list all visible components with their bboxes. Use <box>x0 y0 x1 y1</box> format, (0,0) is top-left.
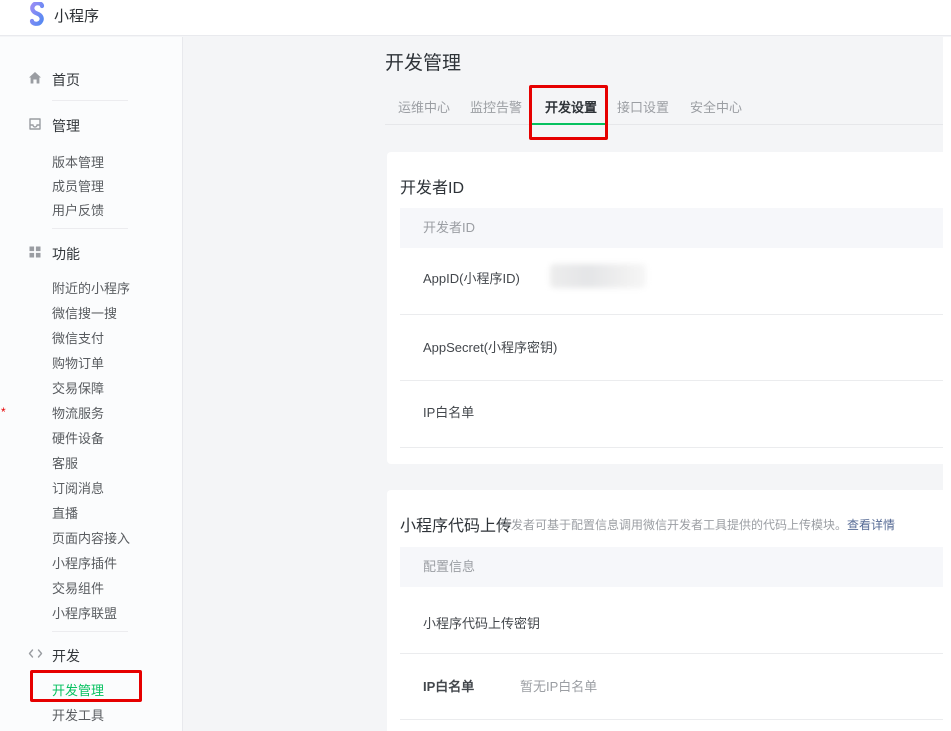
row-divider <box>400 653 951 654</box>
section-title-developer-id: 开发者ID <box>400 174 464 198</box>
sidebar-item-user-feedback[interactable]: 用户反馈 <box>0 202 182 220</box>
sidebar-group-develop[interactable]: 开发 <box>0 647 182 665</box>
main-content: 开发管理 运维中心 监控告警 开发设置 接口设置 安全中心 开发者ID 开发者I… <box>184 37 951 731</box>
sidebar-divider <box>52 228 128 229</box>
code-upload-card: 小程序代码上传 开发者可基于配置信息调用微信开发者工具提供的代码上传模块。查看详… <box>387 490 951 731</box>
sidebar: 首页 管理 版本管理 成员管理 用户反馈 功能 附近的小程序 微信搜一搜 微信支… <box>0 37 183 731</box>
row-label-appid: AppID(小程序ID) <box>423 270 520 288</box>
sidebar-item-dev-tools[interactable]: 开发工具 <box>0 707 182 725</box>
sidebar-item-subscribe-message[interactable]: 订阅消息 <box>0 480 182 498</box>
tab-monitor-alert[interactable]: 监控告警 <box>470 98 522 124</box>
sidebar-item-wechat-pay[interactable]: 微信支付 <box>0 330 182 348</box>
top-header: 小程序 <box>0 0 951 36</box>
section-description: 开发者可基于配置信息调用微信开发者工具提供的代码上传模块。查看详情 <box>499 516 895 533</box>
row-label-upload-key: 小程序代码上传密钥 <box>423 615 540 633</box>
home-icon <box>27 71 43 87</box>
sidebar-item-live[interactable]: 直播 <box>0 505 182 523</box>
ip-whitelist-value: 暂无IP白名单 <box>520 678 597 696</box>
sidebar-item-home[interactable]: 首页 <box>0 71 182 89</box>
sidebar-group-manage[interactable]: 管理 <box>0 117 182 135</box>
grid-icon <box>27 245 43 261</box>
view-details-link[interactable]: 查看详情 <box>847 518 895 532</box>
tabs-divider <box>385 124 951 125</box>
sidebar-item-nearby-miniprogram[interactable]: 附近的小程序 <box>0 280 182 298</box>
row-divider <box>400 719 951 720</box>
section-title-code-upload: 小程序代码上传 <box>400 512 512 536</box>
scrollbar-track[interactable] <box>943 37 951 731</box>
sidebar-item-customer-service[interactable]: 客服 <box>0 455 182 473</box>
table-header-config-info: 配置信息 <box>400 547 951 587</box>
row-divider <box>400 380 951 381</box>
sidebar-item-wechat-search[interactable]: 微信搜一搜 <box>0 305 182 323</box>
app-window: 小程序 首页 管理 版本管理 成员管理 用户反馈 功能 附近的小程序 微信搜一搜 <box>0 0 951 731</box>
annotation-box-sidebar <box>30 670 142 702</box>
annotation-box-tab <box>529 85 608 140</box>
sidebar-item-page-content-access[interactable]: 页面内容接入 <box>0 530 182 548</box>
table-header-developer-id: 开发者ID <box>400 208 951 248</box>
new-badge: * <box>1 405 6 419</box>
miniprogram-logo-icon <box>27 2 47 34</box>
app-title: 小程序 <box>54 0 99 34</box>
row-label-appsecret: AppSecret(小程序密钥) <box>423 339 557 357</box>
sidebar-item-miniprogram-plugin[interactable]: 小程序插件 <box>0 555 182 573</box>
page-title: 开发管理 <box>385 48 461 75</box>
tab-security-center[interactable]: 安全中心 <box>690 98 742 124</box>
sidebar-item-member-manage[interactable]: 成员管理 <box>0 178 182 196</box>
sidebar-item-logistics-service[interactable]: 物流服务* <box>0 405 182 423</box>
sidebar-item-trade-component[interactable]: 交易组件 <box>0 580 182 598</box>
inbox-icon <box>27 117 43 133</box>
sidebar-divider <box>52 100 128 101</box>
redacted-appid-value <box>550 264 646 288</box>
sidebar-item-version-manage[interactable]: 版本管理 <box>0 154 182 172</box>
row-label-ip-whitelist: IP白名单 <box>423 678 474 696</box>
sidebar-divider <box>52 631 128 632</box>
row-label-ip-whitelist: IP白名单 <box>423 404 474 422</box>
sidebar-item-hardware-device[interactable]: 硬件设备 <box>0 430 182 448</box>
code-icon <box>27 647 43 663</box>
developer-id-card: 开发者ID 开发者ID AppID(小程序ID) AppSecret(小程序密钥… <box>387 152 951 464</box>
tab-api-settings[interactable]: 接口设置 <box>617 98 669 124</box>
row-divider <box>400 447 951 448</box>
row-divider <box>400 314 951 315</box>
sidebar-item-shopping-orders[interactable]: 购物订单 <box>0 355 182 373</box>
sidebar-group-features[interactable]: 功能 <box>0 245 182 263</box>
sidebar-item-miniprogram-union[interactable]: 小程序联盟 <box>0 605 182 623</box>
sidebar-item-trade-guarantee[interactable]: 交易保障 <box>0 380 182 398</box>
tab-operations-center[interactable]: 运维中心 <box>398 98 450 124</box>
